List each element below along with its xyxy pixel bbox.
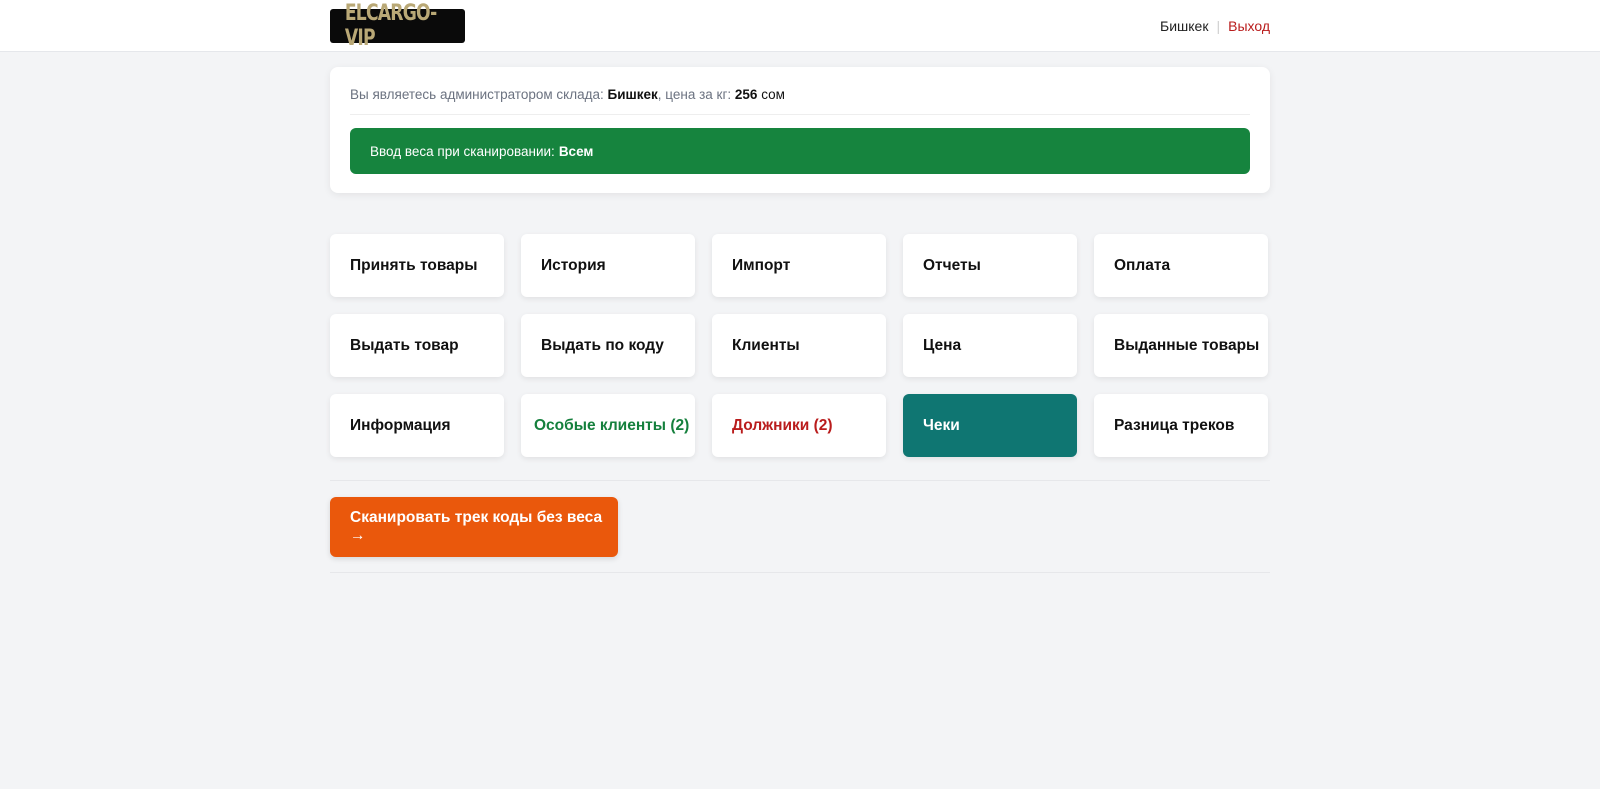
admin-prefix-text: Вы являетесь администратором склада: [350, 87, 604, 102]
special-clients-button[interactable]: Особые клиенты (2) [521, 394, 695, 457]
weight-input-banner: Ввод веса при сканировании: Всем [350, 128, 1250, 174]
price-per-kg-value: 256 [734, 87, 758, 102]
elcargo-logo[interactable]: ELCARGO-VIP [330, 1, 465, 51]
action-tiles-grid: Принять товары История Импорт Отчеты Опл… [330, 234, 1270, 457]
logo-text: ELCARGO-VIP [344, 1, 437, 51]
logout-link[interactable]: Выход [1228, 18, 1270, 34]
warehouse-info-card: Вы являетесь администратором склада: Биш… [330, 67, 1270, 193]
accept-goods-button[interactable]: Принять товары [330, 234, 504, 297]
weight-banner-value: Всем [558, 143, 594, 159]
import-button[interactable]: Импорт [712, 234, 886, 297]
reports-button[interactable]: Отчеты [903, 234, 1077, 297]
issued-goods-button[interactable]: Выданные товары [1094, 314, 1268, 377]
section-divider-bottom [330, 572, 1270, 573]
issue-goods-button[interactable]: Выдать товар [330, 314, 504, 377]
top-navbar: ELCARGO-VIP Бишкек | Выход [0, 0, 1600, 52]
scan-without-weight-button[interactable]: Сканировать трек коды без веса → [330, 497, 618, 557]
weight-banner-label: Ввод веса при сканировании: [370, 143, 555, 159]
warehouse-name: Бишкек [607, 87, 658, 102]
current-city: Бишкек [1160, 18, 1209, 34]
top-navbar-inner: ELCARGO-VIP Бишкек | Выход [330, 0, 1270, 52]
history-button[interactable]: История [521, 234, 695, 297]
price-prefix-text: , цена за кг: [657, 87, 732, 102]
clients-button[interactable]: Клиенты [712, 314, 886, 377]
payment-button[interactable]: Оплата [1094, 234, 1268, 297]
track-difference-button[interactable]: Разница треков [1094, 394, 1268, 457]
menu-separator: | [1216, 18, 1221, 34]
receipts-button[interactable]: Чеки [903, 394, 1077, 457]
information-button[interactable]: Информация [330, 394, 504, 457]
issue-by-code-button[interactable]: Выдать по коду [521, 314, 695, 377]
currency-text: сом [761, 87, 785, 102]
section-divider-top [330, 480, 1270, 481]
user-menu: Бишкек | Выход [1160, 18, 1270, 34]
debtors-button[interactable]: Должники (2) [712, 394, 886, 457]
admin-info-line: Вы являетесь администратором склада: Биш… [350, 87, 1250, 115]
price-button[interactable]: Цена [903, 314, 1077, 377]
